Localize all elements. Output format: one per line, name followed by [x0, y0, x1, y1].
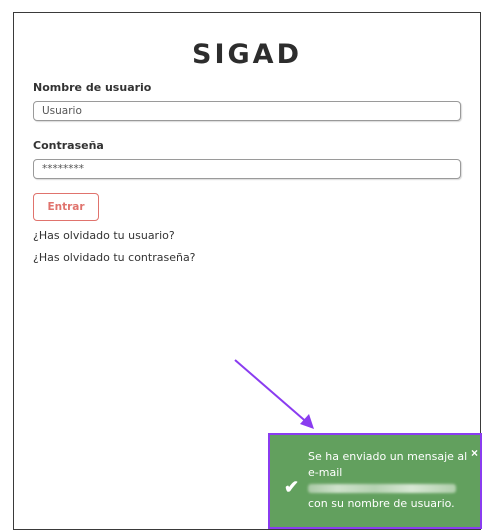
enter-button[interactable]: Entrar	[33, 193, 99, 221]
username-input[interactable]	[33, 101, 461, 121]
toast-line-2: e-mail	[308, 465, 343, 479]
redacted-email	[308, 483, 456, 493]
forgot-username-link[interactable]: ¿Has olvidado tu usuario?	[33, 229, 175, 242]
username-label: Nombre de usuario	[33, 81, 152, 94]
close-icon[interactable]: ×	[471, 446, 478, 460]
notification-toast: ✔ Se ha enviado un mensaje al e-mail con…	[268, 433, 482, 529]
toast-line-1: Se ha enviado un mensaje al	[308, 450, 468, 463]
app-title: SIGAD	[192, 39, 302, 70]
password-label: Contraseña	[33, 139, 104, 152]
toast-message: Se ha enviado un mensaje al e-mail con s…	[308, 449, 468, 511]
password-input[interactable]	[33, 159, 461, 179]
forgot-password-link[interactable]: ¿Has olvidado tu contraseña?	[33, 251, 196, 264]
toast-line-4: con su nombre de usuario.	[308, 496, 455, 510]
check-icon: ✔	[284, 477, 300, 497]
